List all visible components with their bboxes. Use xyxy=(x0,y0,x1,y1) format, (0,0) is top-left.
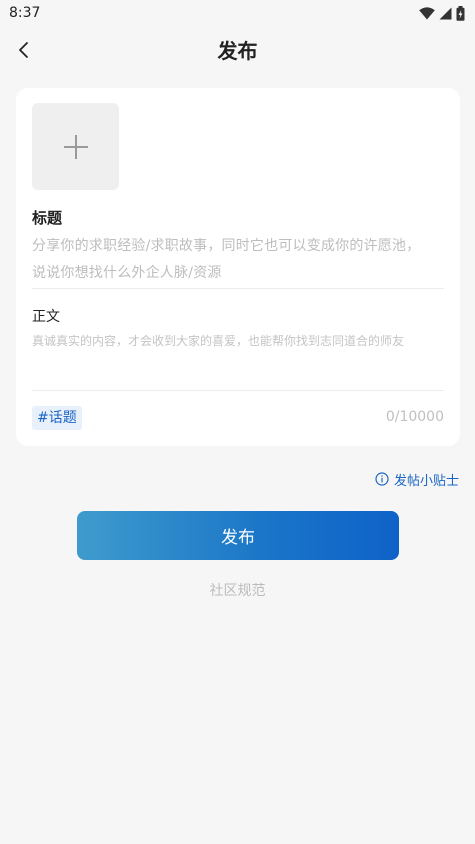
title-placeholder-line-1: 分享你的求职经验/求职故事，同时它也可以变成你的许愿池， xyxy=(32,238,421,254)
info-icon xyxy=(375,472,389,486)
publish-button[interactable]: 发布 xyxy=(77,511,399,560)
body-input[interactable]: 真诚真实的内容，才会收到大家的喜爱，也能帮你找到志同道合的师友 xyxy=(32,332,444,382)
page-title: 发布 xyxy=(217,39,258,63)
community-rules-link[interactable]: 社区规范 xyxy=(0,580,475,600)
battery-icon xyxy=(456,5,465,21)
nav-bar: 发布 xyxy=(0,28,475,72)
topic-tag-button[interactable]: #话题 xyxy=(32,406,82,430)
title-divider xyxy=(32,288,444,289)
title-placeholder-line-2: 说说你想找什么外企人脉/资源 xyxy=(32,265,222,281)
body-label: 正文 xyxy=(32,309,60,325)
char-count: 0/10000 xyxy=(385,409,444,425)
posting-tips-link[interactable]: 发帖小贴士 xyxy=(375,469,459,489)
status-time: 8:37 xyxy=(9,5,41,21)
body-divider xyxy=(32,390,444,391)
signal-icon xyxy=(439,7,452,19)
status-icons xyxy=(419,5,465,21)
body-placeholder: 真诚真实的内容，才会收到大家的喜爱，也能帮你找到志同道合的师友 xyxy=(32,334,405,348)
title-label: 标题 xyxy=(32,209,63,227)
publish-button-label: 发布 xyxy=(221,528,255,548)
plus-icon xyxy=(63,134,88,159)
post-form-card: 标题 分享你的求职经验/求职故事，同时它也可以变成你的许愿池， 说说你想找什么外… xyxy=(16,88,460,446)
title-input[interactable]: 分享你的求职经验/求职故事，同时它也可以变成你的许愿池， 说说你想找什么外企人脉… xyxy=(32,233,444,288)
status-bar: 8:37 xyxy=(0,0,475,26)
posting-tips-label: 发帖小贴士 xyxy=(393,473,459,489)
add-image-button[interactable] xyxy=(32,103,119,190)
wifi-icon xyxy=(419,6,435,19)
